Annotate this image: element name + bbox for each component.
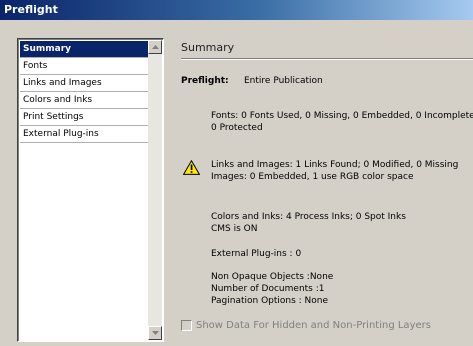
show-hidden-layers-option[interactable]: Show Data For Hidden and Non-Printing La… (181, 320, 431, 332)
links-summary-line1: Links and Images: 1 Links Found; 0 Modif… (211, 160, 459, 170)
section-divider (181, 58, 473, 60)
scroll-down-button[interactable] (148, 326, 162, 340)
section-title: Summary (181, 41, 235, 54)
links-summary-line2: Images: 0 Embedded, 1 use RGB color spac… (211, 172, 414, 182)
sidebar-item-summary[interactable]: Summary (20, 41, 148, 58)
fonts-summary-line1: Fonts: 0 Fonts Used, 0 Missing, 0 Embedd… (211, 111, 473, 121)
section-list[interactable]: Summary Fonts Links and Images Colors an… (17, 38, 164, 342)
preflight-label: Preflight: (181, 76, 229, 86)
colors-summary-line2: CMS is ON (211, 224, 258, 234)
plugins-summary: External Plug-ins : 0 (211, 249, 302, 259)
section-list-items: Summary Fonts Links and Images Colors an… (20, 41, 148, 143)
links-summary: Links and Images: 1 Links Found; 0 Modif… (211, 159, 458, 183)
fonts-summary-line2: 0 Protected (211, 123, 263, 133)
scroll-down-arrow-icon (152, 331, 159, 335)
scroll-up-button[interactable] (148, 40, 162, 54)
sidebar-item-fonts[interactable]: Fonts (20, 58, 148, 75)
warning-icon (182, 159, 201, 178)
show-hidden-layers-checkbox[interactable] (181, 320, 192, 331)
number-of-documents-line: Number of Documents :1 (211, 284, 325, 294)
misc-summary: Non Opaque Objects :None Number of Docum… (211, 271, 333, 307)
non-opaque-objects-line: Non Opaque Objects :None (211, 272, 334, 282)
preflight-scope-value: Entire Publication (244, 76, 323, 86)
vertical-scrollbar[interactable] (148, 40, 162, 340)
show-hidden-layers-label: Show Data For Hidden and Non-Printing La… (196, 320, 431, 331)
sidebar-item-print-settings[interactable]: Print Settings (20, 109, 148, 126)
sidebar-item-links-and-images[interactable]: Links and Images (20, 75, 148, 92)
pagination-options-line: Pagination Options : None (211, 296, 329, 306)
colors-summary-line1: Colors and Inks: 4 Process Inks; 0 Spot … (211, 212, 406, 222)
scroll-up-arrow-icon (152, 45, 159, 49)
sidebar-item-external-plug-ins[interactable]: External Plug-ins (20, 126, 148, 143)
window-title: Preflight (4, 3, 58, 16)
sidebar-item-colors-and-inks[interactable]: Colors and Inks (20, 92, 148, 109)
fonts-summary: Fonts: 0 Fonts Used, 0 Missing, 0 Embedd… (211, 110, 473, 134)
colors-summary: Colors and Inks: 4 Process Inks; 0 Spot … (211, 211, 406, 235)
title-bar: Preflight (0, 0, 473, 20)
